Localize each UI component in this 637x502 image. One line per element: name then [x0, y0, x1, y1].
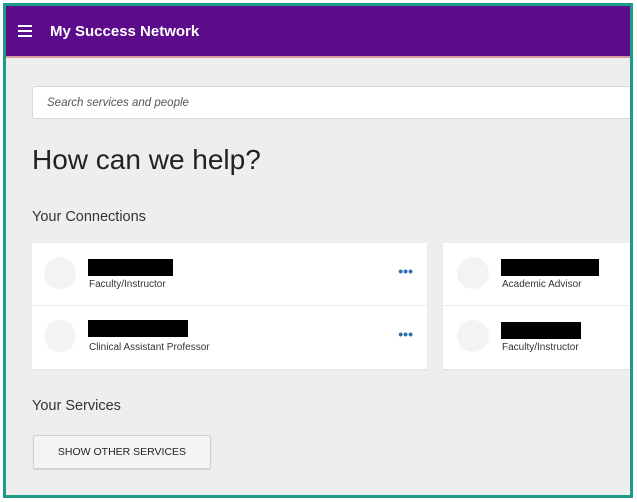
redacted-name [501, 322, 581, 339]
redacted-name [501, 259, 599, 276]
connection-row[interactable]: Faculty/Instructor ••• [32, 243, 427, 305]
avatar [44, 257, 76, 289]
connections-card-right: Academic Advisor Faculty/Instructor [443, 243, 630, 369]
connection-role: Faculty/Instructor [89, 279, 166, 290]
services-section-title: Your Services [32, 398, 121, 414]
connection-role: Clinical Assistant Professor [89, 342, 210, 353]
avatar [44, 320, 76, 352]
connections-section-title: Your Connections [32, 209, 146, 225]
more-options-icon[interactable]: ••• [398, 326, 413, 342]
app-window: My Success Network How can we help? Your… [3, 3, 633, 498]
more-options-icon[interactable]: ••• [398, 263, 413, 279]
search-input[interactable] [32, 86, 630, 119]
redacted-name [88, 259, 173, 276]
top-app-bar: My Success Network [6, 6, 630, 58]
connections-card-left: Faculty/Instructor ••• Clinical Assistan… [32, 243, 427, 369]
app-title: My Success Network [50, 22, 200, 40]
connection-role: Faculty/Instructor [502, 342, 579, 353]
connection-row[interactable]: Faculty/Instructor [443, 306, 630, 368]
avatar [457, 257, 489, 289]
connection-row[interactable]: Academic Advisor [443, 243, 630, 305]
connection-role: Academic Advisor [502, 279, 582, 290]
page-heading: How can we help? [32, 144, 261, 175]
connection-row[interactable]: Clinical Assistant Professor ••• [32, 306, 427, 368]
avatar [457, 320, 489, 352]
hamburger-menu-icon[interactable] [18, 25, 32, 37]
redacted-name [88, 320, 188, 337]
show-other-services-button[interactable]: SHOW OTHER SERVICES [33, 435, 211, 469]
